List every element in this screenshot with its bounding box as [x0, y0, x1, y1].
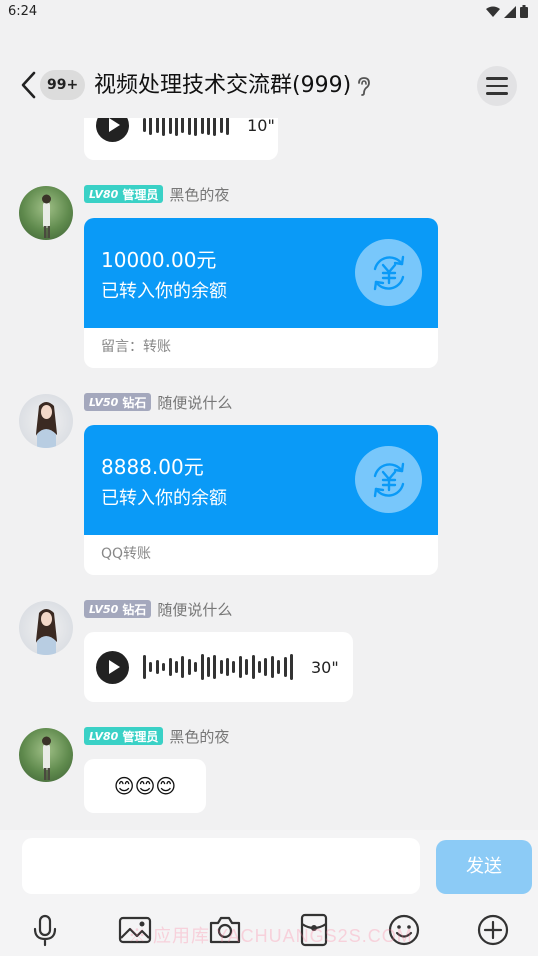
yuan-transfer-icon — [355, 239, 422, 306]
level-badge: LV50 钻石 — [84, 393, 152, 411]
group-title[interactable]: 视频处理技术交流群(999) — [94, 70, 351, 102]
level-badge: LV50 钻石 — [84, 600, 152, 618]
voice-waveform — [143, 118, 230, 140]
menu-icon[interactable] — [477, 66, 517, 106]
ear-icon[interactable] — [356, 76, 372, 96]
emoji-message-bubble[interactable]: 😊😊😊 — [84, 759, 206, 813]
sender-info: LV50 钻石 随便说什么 — [84, 392, 232, 412]
send-button[interactable]: 发送 — [436, 840, 532, 894]
status-time: 6:24 — [8, 4, 38, 19]
transfer-note: QQ转账 — [101, 546, 152, 562]
plus-icon[interactable] — [475, 912, 511, 948]
sender-nickname[interactable]: 随便说什么 — [157, 392, 232, 413]
avatar[interactable] — [19, 394, 73, 448]
transfer-note: 留言：转账 — [101, 339, 171, 355]
message-list[interactable]: 10" LV80 管理员 黑色的夜 10000.00元 已转入你的余额 留言：转… — [0, 118, 538, 830]
message-input[interactable] — [22, 838, 420, 894]
sender-nickname[interactable]: 随便说什么 — [157, 599, 232, 620]
play-icon[interactable] — [96, 118, 129, 142]
input-bar: 发送 ※ 应用库 YACHUANGS2S.COM — [0, 830, 538, 956]
level-badge: LV80 管理员 — [84, 727, 164, 745]
unread-count-badge[interactable]: 99+ — [40, 70, 86, 100]
wifi-icon — [486, 6, 500, 17]
transfer-amount: 8888.00元 — [101, 455, 204, 479]
transfer-card[interactable]: 10000.00元 已转入你的余额 留言：转账 — [84, 218, 438, 368]
voice-duration: 30" — [310, 657, 339, 677]
avatar[interactable] — [19, 728, 73, 782]
voice-message-bubble[interactable]: 10" — [84, 118, 278, 160]
avatar-photo — [36, 402, 57, 448]
sender-nickname[interactable]: 黑色的夜 — [169, 184, 229, 205]
chat-header: 99+ 视频处理技术交流群(999) — [0, 56, 538, 116]
battery-icon — [520, 5, 528, 18]
avatar-photo — [42, 194, 51, 238]
mic-icon[interactable] — [27, 912, 63, 948]
avatar[interactable] — [19, 601, 73, 655]
watermark: ※ 应用库 YACHUANGS2S.COM — [128, 926, 413, 946]
transfer-status: 已转入你的余额 — [101, 281, 227, 302]
sender-info: LV50 钻石 随便说什么 — [84, 599, 232, 619]
voice-message-bubble[interactable]: 30" — [84, 632, 353, 702]
sender-info: LV80 管理员 黑色的夜 — [84, 184, 229, 204]
sender-info: LV80 管理员 黑色的夜 — [84, 726, 229, 746]
transfer-amount: 10000.00元 — [101, 248, 217, 272]
back-icon[interactable] — [18, 70, 40, 100]
emoji-content: 😊😊😊 — [113, 774, 177, 798]
voice-duration: 10" — [247, 118, 275, 135]
signal-icon — [504, 5, 516, 18]
avatar-photo — [42, 736, 51, 780]
status-icons — [486, 5, 528, 18]
transfer-card[interactable]: 8888.00元 已转入你的余额 QQ转账 — [84, 425, 438, 575]
level-badge: LV80 管理员 — [84, 185, 164, 203]
avatar-photo — [36, 609, 57, 655]
play-icon[interactable] — [96, 650, 129, 684]
sender-nickname[interactable]: 黑色的夜 — [169, 726, 229, 747]
yuan-transfer-icon — [355, 446, 422, 513]
transfer-status: 已转入你的余额 — [101, 488, 227, 509]
voice-waveform — [143, 652, 293, 682]
avatar[interactable] — [19, 186, 73, 240]
status-bar: 6:24 — [0, 0, 538, 26]
